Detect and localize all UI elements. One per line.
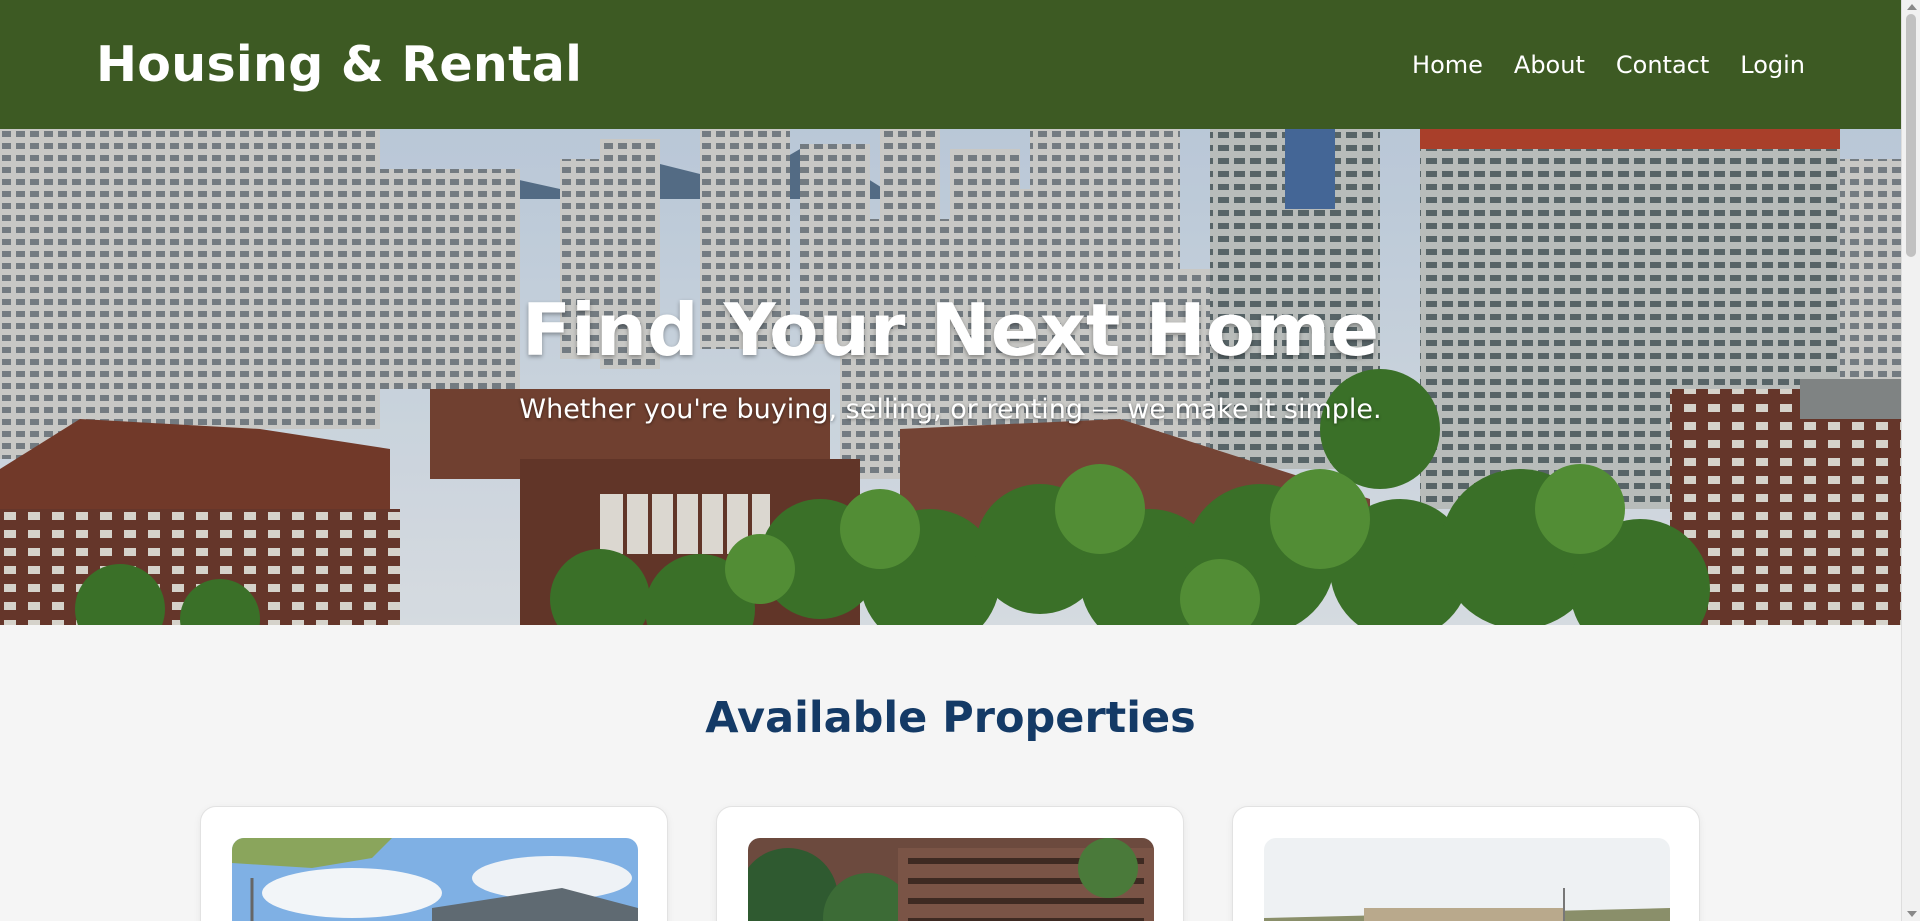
property-card[interactable] — [1232, 806, 1700, 921]
property-image[interactable] — [232, 838, 638, 921]
scroll-down-arrow-icon[interactable] — [1907, 911, 1917, 917]
scrollbar-thumb[interactable] — [1906, 14, 1916, 257]
property-card[interactable] — [200, 806, 668, 921]
site-header: Housing & Rental Home About Contact Logi… — [0, 0, 1901, 129]
nav-link-home[interactable]: Home — [1412, 51, 1483, 79]
page: Housing & Rental Home About Contact Logi… — [0, 0, 1920, 921]
hero-section: Find Your Next Home Whether you're buyin… — [0, 129, 1901, 625]
available-properties-title: Available Properties — [705, 693, 1196, 743]
hero-subtitle: Whether you're buying, selling, or renti… — [519, 393, 1382, 425]
vertical-scrollbar[interactable] — [1901, 0, 1920, 921]
nav-link-login[interactable]: Login — [1740, 51, 1805, 79]
hero-title: Find Your Next Home — [521, 287, 1380, 372]
property-card[interactable] — [716, 806, 1184, 921]
nav-link-contact[interactable]: Contact — [1616, 51, 1709, 79]
property-image[interactable] — [748, 838, 1154, 921]
main-nav: Home About Contact Login — [1412, 51, 1805, 79]
scroll-up-arrow-icon[interactable] — [1907, 4, 1917, 10]
hero-content: Find Your Next Home Whether you're buyin… — [0, 129, 1901, 625]
nav-link-about[interactable]: About — [1514, 51, 1585, 79]
property-image[interactable] — [1264, 838, 1670, 921]
brand-title[interactable]: Housing & Rental — [96, 36, 582, 93]
